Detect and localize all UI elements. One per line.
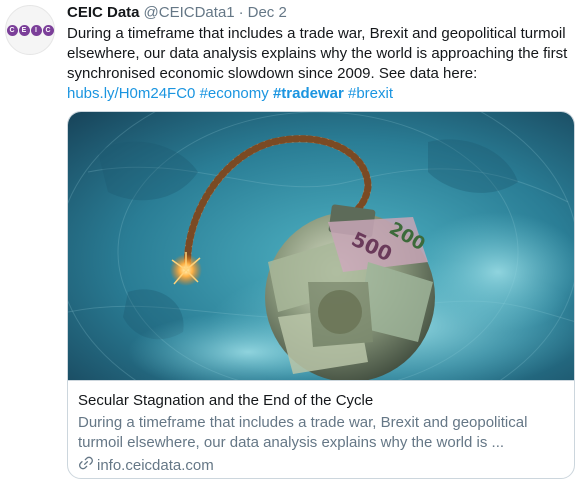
logo-letter: E bbox=[18, 24, 30, 36]
card-body[interactable]: Secular Stagnation and the End of the Cy… bbox=[68, 380, 574, 477]
logo-letter: C bbox=[6, 24, 18, 36]
card-domain-text: info.ceicdata.com bbox=[97, 457, 214, 474]
separator-dot: · bbox=[238, 4, 244, 21]
tweet-link[interactable]: hubs.ly/H0m24FC0 bbox=[67, 85, 195, 102]
tweet-text-line: elsewhere, our data analysis explains wh… bbox=[67, 45, 568, 62]
tweet-links-line: hubs.ly/H0m24FC0 #economy #tradewar #bre… bbox=[67, 84, 582, 104]
hashtag-tradewar[interactable]: #tradewar bbox=[273, 85, 344, 102]
bomb-image: 500 200 bbox=[68, 112, 574, 380]
tweet-content: CEIC Data @CEICData1 · Dec 2 During a ti… bbox=[67, 3, 582, 479]
logo-letter: C bbox=[42, 24, 54, 36]
avatar[interactable]: C E I C bbox=[5, 5, 55, 55]
ceic-logo: C E I C bbox=[6, 24, 54, 36]
link-icon bbox=[78, 455, 94, 477]
logo-letter: I bbox=[30, 24, 42, 36]
card-description-line: During a timeframe that includes a trade… bbox=[78, 414, 528, 431]
card-description: During a timeframe that includes a trade… bbox=[78, 413, 564, 453]
tweet-text-line: During a timeframe that includes a trade… bbox=[67, 25, 566, 42]
card-description-line: turmoil elsewhere, our data analysis exp… bbox=[78, 434, 505, 451]
author-name[interactable]: CEIC Data bbox=[67, 3, 140, 23]
hashtag-economy[interactable]: #economy bbox=[200, 85, 269, 102]
portrait bbox=[318, 290, 362, 334]
card-title: Secular Stagnation and the End of the Cy… bbox=[78, 392, 374, 409]
tweet-text-line: synchronised economic slowdown since 200… bbox=[67, 65, 478, 82]
card-domain: info.ceicdata.com bbox=[78, 455, 564, 477]
author-handle[interactable]: @CEICData1 bbox=[144, 3, 235, 23]
tweet-date[interactable]: Dec 2 bbox=[248, 3, 287, 23]
tweet-text: During a timeframe that includes a trade… bbox=[67, 24, 582, 104]
link-card[interactable]: 500 200 Secular Stagnation and the End o… bbox=[67, 111, 575, 479]
card-image[interactable]: 500 200 bbox=[68, 112, 574, 380]
tweet-header: CEIC Data @CEICData1 · Dec 2 bbox=[67, 3, 582, 23]
hashtag-brexit[interactable]: #brexit bbox=[348, 85, 393, 102]
